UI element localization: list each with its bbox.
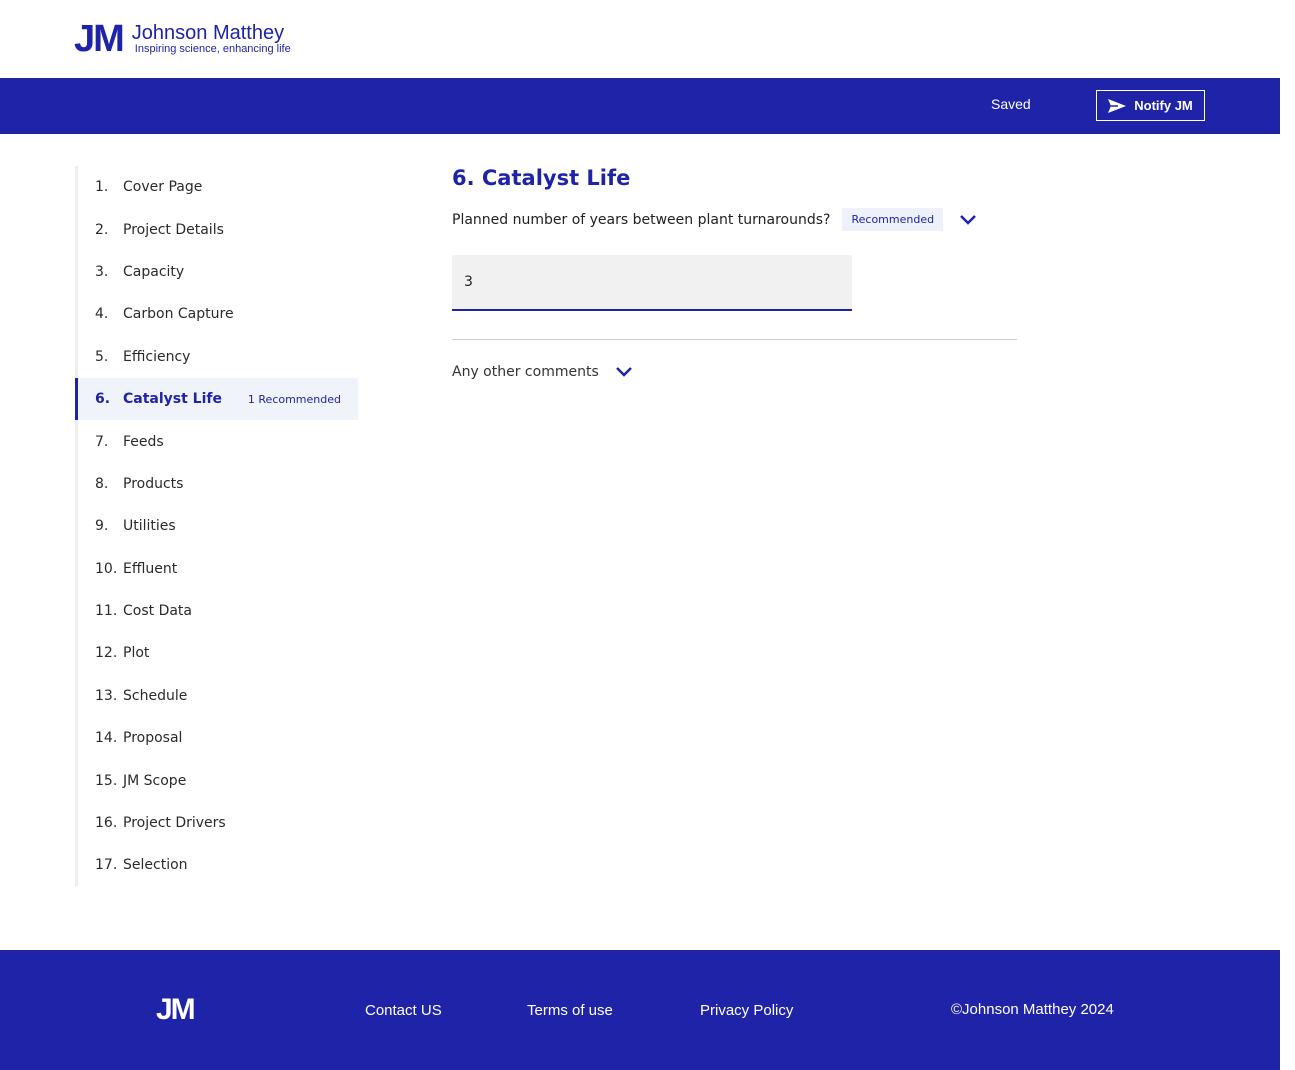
header: JM Johnson Matthey Inspiring science, en… bbox=[0, 0, 1280, 78]
page-title: 6. Catalyst Life bbox=[452, 166, 631, 190]
terms-of-use-link[interactable]: Terms of use bbox=[527, 1002, 613, 1019]
sidebar-item-jm-scope[interactable]: 15. JM Scope bbox=[78, 759, 358, 801]
sidebar-item-number: 8. bbox=[95, 475, 109, 492]
sidebar-item-project-drivers[interactable]: 16. Project Drivers bbox=[78, 802, 358, 844]
sidebar-item-number: 3. bbox=[95, 263, 109, 280]
sidebar-item-utilities[interactable]: 9. Utilities bbox=[78, 505, 358, 547]
sidebar-item-number: 1. bbox=[95, 179, 109, 196]
send-icon bbox=[1108, 98, 1127, 113]
sidebar-item-capacity[interactable]: 3. Capacity bbox=[78, 251, 358, 293]
sidebar-item-plot[interactable]: 12. Plot bbox=[78, 632, 358, 674]
copyright: ©Johnson Matthey 2024 bbox=[951, 1001, 1114, 1018]
sidebar-item-number: 9. bbox=[95, 518, 109, 535]
question-label: Planned number of years between plant tu… bbox=[452, 211, 831, 228]
logo-mark: JM bbox=[74, 18, 125, 60]
section-nav: 1. Cover Page 2. Project Details 3. Capa… bbox=[75, 166, 358, 886]
sidebar-item-carbon-capture[interactable]: 4. Carbon Capture bbox=[78, 293, 358, 335]
sidebar-item-number: 5. bbox=[95, 348, 109, 365]
sidebar-item-number: 10. bbox=[95, 560, 118, 577]
footer: JM Contact US Terms of use Privacy Polic… bbox=[0, 950, 1280, 1070]
notify-jm-label: Notify JM bbox=[1134, 98, 1193, 113]
sidebar-item-proposal[interactable]: 14. Proposal bbox=[78, 717, 358, 759]
turnaround-years-input[interactable]: 3 bbox=[452, 255, 852, 311]
privacy-policy-link[interactable]: Privacy Policy bbox=[700, 1002, 793, 1019]
sidebar-item-number: 16. bbox=[95, 815, 118, 832]
sidebar-item-catalyst-life[interactable]: 6. Catalyst Life 1 Recommended bbox=[75, 377, 358, 421]
sidebar-item-label: JM Scope bbox=[123, 772, 187, 789]
main-content: 6. Catalyst Life Planned number of years… bbox=[452, 166, 1017, 380]
recommended-badge: Recommended bbox=[842, 208, 944, 231]
chevron-down-icon[interactable] bbox=[615, 366, 633, 378]
notify-jm-button[interactable]: Notify JM bbox=[1096, 90, 1205, 121]
recommended-count-badge: 1 Recommended bbox=[247, 392, 341, 406]
sidebar-item-label: Selection bbox=[123, 857, 188, 874]
sidebar-item-number: 13. bbox=[95, 687, 118, 704]
sidebar-item-number: 12. bbox=[95, 645, 118, 662]
sidebar-item-efficiency[interactable]: 5. Efficiency bbox=[78, 336, 358, 378]
sidebar-item-label: Catalyst Life bbox=[123, 391, 222, 408]
comments-label: Any other comments bbox=[452, 364, 599, 380]
contact-us-link[interactable]: Contact US bbox=[365, 1002, 442, 1019]
footer-logo[interactable]: JM bbox=[156, 993, 196, 1027]
top-navbar: Saved Notify JM bbox=[0, 78, 1280, 134]
divider bbox=[452, 339, 1017, 340]
sidebar-item-label: Project Drivers bbox=[123, 815, 226, 832]
question-row: Planned number of years between plant tu… bbox=[452, 208, 1017, 231]
sidebar-item-label: Products bbox=[123, 475, 184, 492]
chevron-down-icon[interactable] bbox=[959, 214, 977, 226]
sidebar-item-label: Efficiency bbox=[123, 348, 191, 365]
sidebar-item-products[interactable]: 8. Products bbox=[78, 463, 358, 505]
logo-text: Johnson Matthey Inspiring science, enhan… bbox=[132, 23, 291, 55]
sidebar-item-project-details[interactable]: 2. Project Details bbox=[78, 208, 358, 250]
save-status: Saved bbox=[991, 96, 1031, 112]
sidebar-item-label: Effluent bbox=[123, 560, 178, 577]
sidebar-item-number: 7. bbox=[95, 433, 109, 450]
logo-tagline: Inspiring science, enhancing life bbox=[134, 43, 291, 55]
sidebar-item-cost-data[interactable]: 11. Cost Data bbox=[78, 590, 358, 632]
comments-toggle[interactable]: Any other comments bbox=[452, 364, 1017, 380]
sidebar-item-feeds[interactable]: 7. Feeds bbox=[78, 420, 358, 462]
sidebar-item-number: 4. bbox=[95, 306, 109, 323]
sidebar-item-label: Carbon Capture bbox=[123, 306, 234, 323]
sidebar-item-number: 11. bbox=[95, 603, 118, 620]
sidebar-item-number: 6. bbox=[95, 391, 111, 408]
sidebar-item-selection[interactable]: 17. Selection bbox=[78, 844, 358, 886]
sidebar-item-label: Capacity bbox=[123, 263, 185, 280]
sidebar-item-number: 15. bbox=[95, 772, 118, 789]
sidebar-item-cover-page[interactable]: 1. Cover Page bbox=[78, 166, 358, 208]
sidebar-item-label: Utilities bbox=[123, 518, 176, 535]
sidebar-item-label: Proposal bbox=[123, 730, 183, 747]
sidebar-item-label: Cover Page bbox=[123, 179, 203, 196]
sidebar-item-schedule[interactable]: 13. Schedule bbox=[78, 675, 358, 717]
sidebar-item-label: Feeds bbox=[123, 433, 164, 450]
logo-name: Johnson Matthey bbox=[131, 22, 285, 44]
sidebar-item-label: Schedule bbox=[123, 687, 188, 704]
sidebar-item-number: 2. bbox=[95, 221, 109, 238]
jm-logo[interactable]: JM Johnson Matthey Inspiring science, en… bbox=[74, 20, 291, 58]
sidebar-item-number: 17. bbox=[95, 857, 118, 874]
sidebar-item-label: Cost Data bbox=[123, 603, 193, 620]
sidebar-item-effluent[interactable]: 10. Effluent bbox=[78, 548, 358, 590]
sidebar-item-label: Project Details bbox=[123, 221, 224, 238]
sidebar-item-number: 14. bbox=[95, 730, 118, 747]
sidebar-item-label: Plot bbox=[123, 645, 150, 662]
